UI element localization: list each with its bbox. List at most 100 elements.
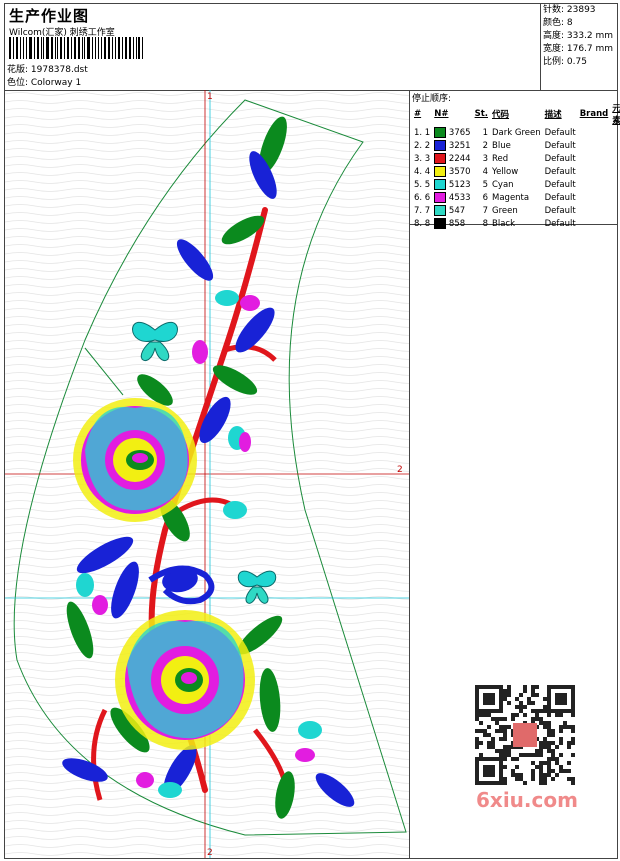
element [578, 191, 611, 204]
color-swatch: 547 [432, 204, 472, 217]
barcode [9, 37, 145, 59]
barcode-bar [124, 37, 128, 59]
barcode-bar [29, 37, 33, 59]
barcode-bar [40, 37, 42, 59]
barcode-bar [20, 37, 21, 59]
stitch-count-cell: 2244 [446, 154, 471, 164]
element [578, 204, 611, 217]
color-row: 1. 1 3765 1 Dark Green Default [412, 126, 620, 139]
brand: Default [544, 127, 576, 138]
design-canvas: 1 2 2 [5, 90, 409, 858]
color-row: 2. 2 3251 2 Blue Default [412, 139, 620, 152]
barcode-bar [46, 37, 49, 59]
element [578, 139, 611, 152]
swatch-box [434, 127, 447, 138]
color-description: Magenta [492, 192, 530, 203]
design-scale: 比例: 0.75 [543, 57, 587, 67]
barcode-bar [87, 37, 90, 59]
col-header: St. [474, 109, 488, 119]
qr-code [470, 680, 580, 790]
brand: Default [544, 192, 576, 203]
barcode-bar [81, 37, 83, 59]
page-title: 生产作业图 [9, 7, 90, 25]
axis-label-bottom: 2 [207, 848, 213, 858]
axis-label-right: 2 [397, 465, 403, 475]
row-index: 7. 7 [414, 205, 431, 216]
row-index: 1. 1 [414, 127, 431, 138]
design-width: 宽度: 176.7 mm [543, 44, 614, 54]
barcode-bar [104, 37, 106, 59]
axis-label-top: 1 [207, 92, 213, 102]
barcode-bar [101, 37, 103, 59]
barcode-bar [12, 37, 14, 59]
color-code: 5 [482, 179, 488, 190]
row-index: 3. 3 [414, 153, 431, 164]
stitch-count-cell: 5123 [446, 180, 471, 190]
barcode-bar [132, 37, 134, 59]
row-index: 5. 5 [414, 179, 431, 190]
element [578, 152, 611, 165]
swatch-box [434, 153, 447, 164]
design-file-label: 花版: 1978378.dst [7, 65, 88, 75]
element [578, 126, 611, 139]
brand: Default [544, 166, 576, 177]
color-description: Red [492, 153, 509, 164]
brand: Default [544, 140, 576, 151]
barcode-bar [54, 37, 56, 59]
color-row: 5. 5 5123 5 Cyan Default [412, 178, 620, 191]
barcode-bar [60, 37, 62, 59]
swatch-box [434, 166, 447, 177]
color-row: 7. 7 547 7 Green Default [412, 204, 620, 217]
color-description: Dark Green [492, 127, 541, 138]
header: 生产作业图 Wilcom(汇家) 刺绣工作室 花版: 1978378.dst 色… [5, 4, 617, 91]
barcode-bar [74, 37, 76, 59]
barcode-bar [25, 37, 28, 59]
stop-sequence-panel: 停止顺序: # N# St. 代码 描述 Brand 元素 1. 1 3765 1… [409, 90, 620, 229]
barcode-bar [22, 37, 24, 59]
barcode-bar [77, 37, 80, 59]
color-swatch: 2244 [432, 152, 472, 165]
stitch-count-cell: 547 [446, 206, 466, 216]
col-header: N# [434, 109, 449, 119]
barcode-bar [34, 37, 35, 59]
color-swatch: 3251 [432, 139, 472, 152]
color-description: Cyan [492, 179, 514, 190]
barcode-bar [43, 37, 45, 59]
stitch-count-cell: 3251 [446, 141, 471, 151]
brand: Default [544, 153, 576, 164]
color-row: 6. 6 4533 6 Magenta Default [412, 191, 620, 204]
swatch-box [434, 179, 447, 190]
barcode-bar [121, 37, 123, 59]
color-count: 颜色: 8 [543, 18, 573, 28]
color-description: Green [492, 205, 518, 216]
barcode-bar [84, 37, 86, 59]
barcode-bar [36, 37, 39, 59]
barcode-bar [57, 37, 59, 59]
color-code: 4 [482, 166, 488, 177]
color-swatch: 3570 [432, 165, 472, 178]
row-index: 4. 4 [414, 166, 431, 177]
barcode-bar [135, 37, 137, 59]
color-row: 4. 4 3570 4 Yellow Default [412, 165, 620, 178]
color-table: # N# St. 代码 描述 Brand 元素 1. 1 3765 1 Dark G… [412, 102, 620, 230]
watermark-text: 6xiu.com [476, 788, 578, 812]
color-code: 7 [482, 205, 488, 216]
barcode-bar [117, 37, 120, 59]
element [578, 178, 611, 191]
barcode-bar [129, 37, 131, 59]
color-row: 3. 3 2244 3 Red Default [412, 152, 620, 165]
row-index: 6. 6 [414, 192, 431, 203]
barcode-bar [63, 37, 65, 59]
design-height: 高度: 333.2 mm [543, 31, 614, 41]
barcode-bar [107, 37, 111, 59]
barcode-bar [115, 37, 116, 59]
barcode-bar [142, 37, 143, 59]
stats-panel: 针数: 23893 颜色: 8 高度: 333.2 mm 宽度: 176.7 m… [540, 4, 617, 90]
color-code: 1 [482, 127, 488, 138]
col-header: 描述 [544, 110, 562, 120]
swatch-box [434, 192, 447, 203]
element [578, 165, 611, 178]
brand: Default [544, 205, 576, 216]
color-code: 2 [482, 140, 488, 151]
col-header: 代码 [492, 110, 510, 120]
